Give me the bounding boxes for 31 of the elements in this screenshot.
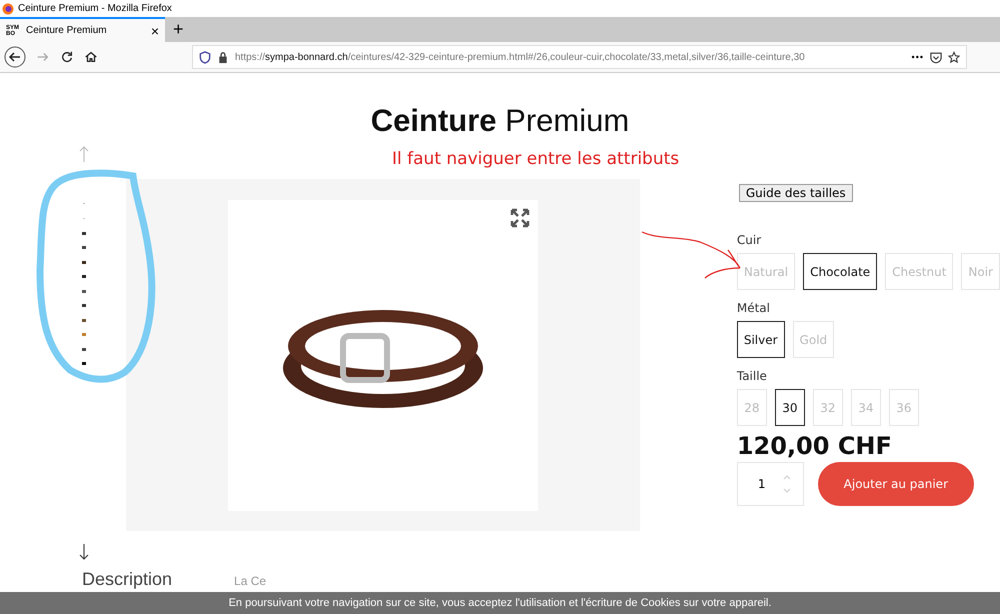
product-title: Ceinture Premium: [370, 102, 630, 140]
add-to-cart-button[interactable]: Ajouter au panier: [818, 462, 974, 506]
quantity-field[interactable]: 1: [736, 462, 804, 506]
price: 120,00 CHF: [736, 432, 893, 460]
description-heading: Description: [82, 569, 172, 590]
cookie-notice-text: En poursuivant votre navigation sur ce site, vous acceptez l'utilisation et l'écriture de Cookies sur votre appareil.: [228, 597, 772, 609]
annotation-text: Il faut naviguer entre les attributs: [392, 149, 680, 169]
scroll-down-arrow-icon[interactable]: [79, 543, 90, 561]
option-button[interactable]: 30: [774, 389, 805, 426]
address-bar[interactable]: https://sympa-bonnard.ch/ceintures/42-329-ceinture-premium.html#/26,couleur-cuir,chocolate/33,metal,silver/36,taille-ceinture,30 •••: [192, 45, 967, 69]
new-tab-button[interactable]: +: [165, 17, 192, 42]
description-text: La Ce: [234, 574, 266, 588]
firefox-logo-icon: [2, 2, 14, 14]
bookmark-star-icon[interactable]: [948, 50, 960, 64]
home-icon[interactable]: [84, 50, 98, 64]
lock-icon: [217, 50, 229, 64]
back-icon[interactable]: [4, 46, 26, 68]
attribute-label: Métal: [736, 300, 771, 317]
size-guide-button[interactable]: Guide des tailles: [738, 184, 853, 202]
close-tab-button[interactable]: ×: [150, 22, 159, 38]
shield-icon: [199, 50, 211, 64]
fullscreen-icon[interactable]: [510, 208, 530, 228]
attribute-label: Cuir: [736, 232, 762, 249]
pocket-icon[interactable]: [930, 50, 942, 64]
attribute-label: Taille: [736, 368, 768, 385]
url-text: https://sympa-bonnard.ch/ceintures/42-329-ceinture-premium.html#/26,couleur-cuir,chocolate/33,metal,silver/36,taille-ceinture,30: [235, 52, 805, 62]
option-button[interactable]: Silver: [736, 321, 785, 358]
more-actions-button[interactable]: •••: [912, 52, 924, 62]
window-title: Ceinture Premium - Mozilla Firefox: [18, 3, 172, 14]
reload-icon[interactable]: [60, 50, 74, 64]
option-button[interactable]: Chocolate: [803, 253, 878, 290]
